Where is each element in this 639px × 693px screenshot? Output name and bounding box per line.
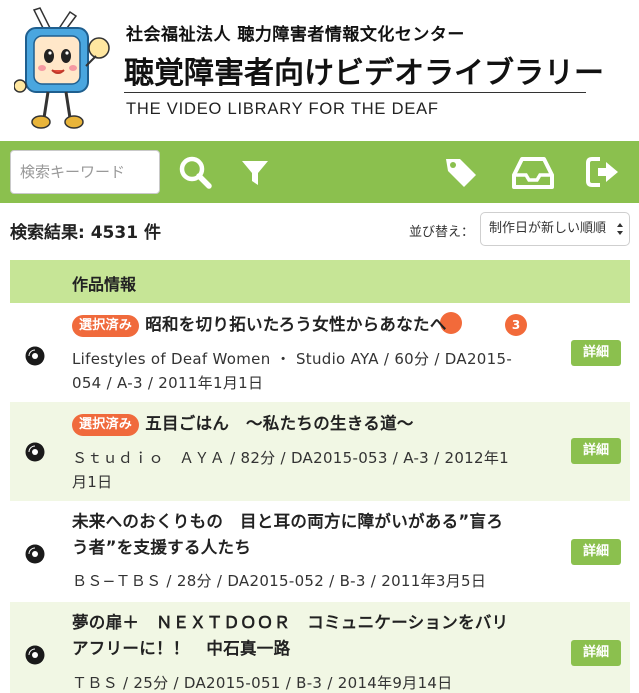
tag-icon[interactable]: [442, 153, 480, 191]
sort-selected-value: 制作日が新しい順順: [489, 221, 607, 236]
title-text: 昭和を切り拓いたろう女性からあなたへ: [145, 315, 447, 334]
organization-name: 社会福祉法人 聴力障害者情報文化センター: [126, 25, 465, 45]
row-meta: Lifestyles of Deaf Women ・ Studio AYA / …: [72, 347, 562, 395]
sort-label: 並び替え：: [409, 225, 475, 240]
detail-button[interactable]: 詳細: [571, 539, 621, 565]
column-header-work-info: 作品情報: [72, 275, 137, 294]
title-text: 未来へのおくりもの 目と耳の両方に障がいがある”盲ろ: [72, 512, 504, 531]
table-row: 選択済み 昭和を切り拓いたろう女性からあなたへ Lifestyles of Dea…: [10, 303, 630, 402]
tray-icon[interactable]: [512, 153, 554, 191]
row-meta: ＢＳ−ＴＢＳ / 28分 / DA2015-052 / B-3 / 2011年3…: [72, 569, 562, 593]
title-divider: [124, 92, 586, 93]
results-count: 検索結果: 4531 件: [10, 223, 161, 243]
table-row: 選択済み 五目ごはん 〜私たちの生きる道〜 Ｓｔｕｄｉｏ ＡＹＡ / 82分 / …: [10, 402, 630, 501]
sort-select[interactable]: 制作日が新しい順順: [480, 212, 630, 246]
title-text: 夢の扉＋ ＮＥＸＴＤＯＯＲ コミュニケーションをバリ: [72, 613, 509, 632]
detail-button[interactable]: 詳細: [571, 340, 621, 366]
title-text: 五目ごはん 〜私たちの生きる道〜: [145, 414, 414, 433]
site-title[interactable]: 聴覚障害者向けビデオライブラリー: [124, 48, 604, 92]
table-row: 夢の扉＋ ＮＥＸＴＤＯＯＲ コミュニケーションをバリ アフリーに！！ 中石真一路…: [10, 602, 630, 693]
meta-line: Ｓｔｕｄｉｏ ＡＹＡ / 82分 / DA2015-053 / A-3 / 20…: [72, 449, 510, 467]
table-row: 未来へのおくりもの 目と耳の両方に障がいがある”盲ろ う者”を支援する人たち Ｂ…: [10, 501, 630, 602]
disc-icon: [25, 645, 45, 665]
site-subtitle-english: THE VIDEO LIBRARY FOR THE DEAF: [126, 100, 439, 118]
title-text: う者”を支援する人たち: [72, 538, 252, 557]
title-text: アフリーに！！ 中石真一路: [72, 639, 291, 658]
selected-badge: 選択済み: [72, 414, 140, 436]
row-title: 選択済み 五目ごはん 〜私たちの生きる道〜: [72, 411, 552, 437]
disc-icon: [25, 544, 45, 564]
disc-icon: [25, 442, 45, 462]
row-title: 未来へのおくりもの 目と耳の両方に障がいがある”盲ろ う者”を支援する人たち: [72, 509, 552, 561]
filter-icon[interactable]: [236, 153, 274, 191]
row-title: 選択済み 昭和を切り拓いたろう女性からあなたへ: [72, 312, 552, 338]
logout-icon[interactable]: [584, 153, 622, 191]
meta-line: ＢＳ−ＴＢＳ / 28分 / DA2015-052 / B-3 / 2011年3…: [72, 572, 487, 590]
detail-button[interactable]: 詳細: [571, 438, 621, 464]
row-meta: ＴＢＳ / 25分 / DA2015-051 / B-3 / 2014年9月14…: [72, 671, 562, 693]
meta-line: 月1日: [72, 473, 113, 491]
tv-mascot-logo: [14, 7, 110, 129]
toolbar: 3: [0, 141, 639, 336]
select-arrows-icon: [617, 223, 623, 235]
meta-line: Lifestyles of Deaf Women ・ Studio AYA / …: [72, 350, 513, 368]
meta-line: 054 / A-3 / 2011年1月1日: [72, 374, 264, 392]
search-icon[interactable]: [176, 153, 214, 191]
selected-badge: 選択済み: [72, 315, 140, 337]
search-input[interactable]: [10, 150, 160, 194]
table-header: 作品情報: [10, 260, 630, 303]
site-header: 社会福祉法人 聴力障害者情報文化センター 聴覚障害者向けビデオライブラリー TH…: [0, 0, 639, 141]
meta-line: ＴＢＳ / 25分 / DA2015-051 / B-3 / 2014年9月14…: [72, 674, 453, 692]
detail-button[interactable]: 詳細: [571, 640, 621, 666]
disc-icon: [25, 346, 45, 366]
row-meta: Ｓｔｕｄｉｏ ＡＹＡ / 82分 / DA2015-053 / A-3 / 20…: [72, 446, 562, 494]
row-title: 夢の扉＋ ＮＥＸＴＤＯＯＲ コミュニケーションをバリ アフリーに！！ 中石真一路: [72, 610, 552, 662]
